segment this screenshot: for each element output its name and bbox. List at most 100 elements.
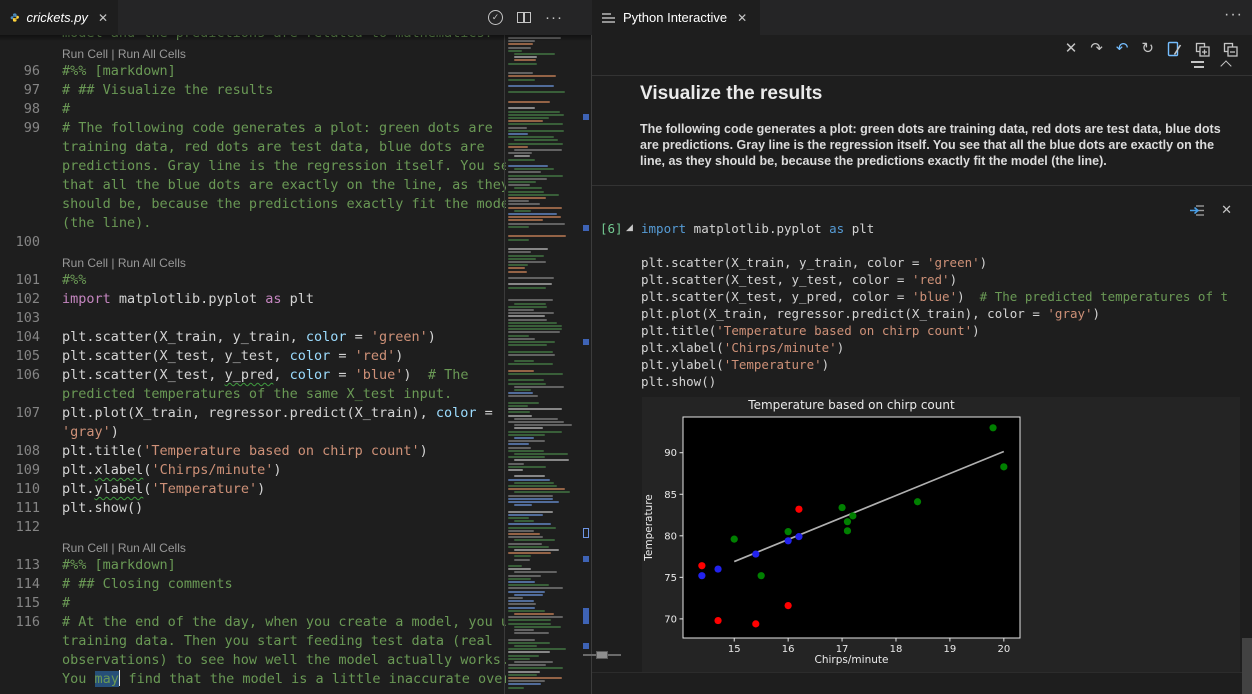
editor-title-actions: ✓ ··· bbox=[488, 0, 563, 35]
close-tab-icon[interactable]: ✕ bbox=[98, 11, 108, 25]
minimap-line bbox=[514, 555, 531, 557]
tab-crickets-py[interactable]: crickets.py ✕ bbox=[0, 0, 118, 35]
collapse-input-icon[interactable] bbox=[1191, 60, 1204, 69]
minimap-line bbox=[514, 520, 534, 522]
codelens-row: Run Cell | Run All Cells bbox=[0, 252, 505, 271]
minimap-line bbox=[508, 363, 553, 365]
code-row: that all the blue dots are exactly on th… bbox=[0, 176, 505, 195]
minimap-line bbox=[508, 184, 530, 186]
minimap-line bbox=[514, 453, 568, 455]
code-row: plt.show() bbox=[641, 373, 1252, 390]
undo-icon[interactable]: ↶ bbox=[1116, 39, 1129, 59]
minimap-line bbox=[508, 159, 535, 161]
minimap-line bbox=[514, 386, 564, 388]
minimap-line bbox=[508, 421, 564, 423]
run-cell-link[interactable]: Run Cell bbox=[62, 541, 108, 555]
code-token: plt. bbox=[62, 481, 95, 497]
tab-python-interactive[interactable]: Python Interactive ✕ bbox=[592, 0, 760, 35]
code-token: ) bbox=[395, 348, 403, 364]
minimap[interactable] bbox=[506, 35, 577, 694]
overview-marker bbox=[583, 528, 589, 538]
minimap-line bbox=[508, 216, 561, 218]
goto-code-icon[interactable] bbox=[1190, 204, 1205, 217]
minimap-line bbox=[508, 111, 560, 113]
close-cell-icon[interactable]: ✕ bbox=[1221, 200, 1232, 220]
minimap-line bbox=[514, 303, 546, 305]
collapse-all-icon[interactable] bbox=[1223, 42, 1238, 57]
svg-text:70: 70 bbox=[664, 614, 677, 625]
line-number: 97 bbox=[0, 81, 40, 100]
minimap-line bbox=[508, 411, 530, 413]
minimap-line bbox=[508, 287, 546, 289]
code-row: 108plt.title('Temperature based on chirp… bbox=[0, 442, 505, 461]
minimap-line bbox=[508, 344, 547, 346]
minimap-line bbox=[514, 360, 534, 362]
svg-text:Temperature based on chirp cou: Temperature based on chirp count bbox=[747, 398, 955, 412]
minimap-line bbox=[514, 549, 559, 551]
code-row: should be, because the predictions exact… bbox=[0, 195, 505, 214]
run-all-cells-link[interactable]: Run All Cells bbox=[118, 47, 186, 61]
more-actions-icon[interactable]: ··· bbox=[545, 9, 563, 26]
minimap-line bbox=[508, 533, 540, 535]
tab-title: Python Interactive bbox=[623, 10, 727, 25]
code-token: plt.show() bbox=[62, 500, 143, 516]
minimap-line bbox=[508, 408, 562, 410]
code-token: ) bbox=[837, 340, 845, 355]
minimap-line bbox=[514, 210, 531, 212]
run-cell-link[interactable]: Run Cell bbox=[62, 256, 108, 270]
cell-collapse-icon[interactable]: ◢ bbox=[626, 222, 633, 233]
run-all-cells-link[interactable]: Run All Cells bbox=[118, 256, 186, 270]
cell-separator bbox=[592, 75, 1252, 76]
minimap-line bbox=[508, 207, 562, 209]
code-token: 'red' bbox=[912, 272, 950, 287]
minimap-line bbox=[508, 85, 554, 87]
code-token: as bbox=[829, 221, 844, 236]
code-token: = bbox=[346, 329, 370, 345]
sash-grip[interactable] bbox=[583, 654, 621, 656]
panel-scrollbar-thumb[interactable] bbox=[1242, 638, 1252, 694]
cell-separator bbox=[592, 185, 1252, 186]
minimap-line bbox=[514, 437, 534, 439]
code-row: 99# The following code generates a plot:… bbox=[0, 119, 505, 138]
minimap-line bbox=[508, 402, 539, 404]
more-actions-icon[interactable]: ··· bbox=[1224, 6, 1243, 24]
export-notebook-icon[interactable] bbox=[1167, 41, 1182, 57]
interactive-toolbar-secondary bbox=[1191, 59, 1230, 70]
editor-group-divider[interactable] bbox=[591, 0, 592, 694]
line-number: 104 bbox=[0, 328, 40, 347]
chevron-up-icon[interactable] bbox=[1220, 60, 1231, 71]
close-tab-icon[interactable]: ✕ bbox=[737, 11, 747, 25]
code-row: plt.xlabel('Chirps/minute') bbox=[641, 339, 1252, 356]
code-token: should be, because the predictions exact… bbox=[62, 196, 517, 212]
interactive-code-cell[interactable]: import matplotlib.pyplot as pltplt.scatt… bbox=[641, 220, 1252, 390]
minimap-line bbox=[508, 485, 557, 487]
cancel-icon[interactable]: ✕ bbox=[1065, 39, 1078, 59]
minimap-line bbox=[508, 523, 551, 525]
line-number: 116 bbox=[0, 613, 40, 632]
run-cell-link[interactable]: Run Cell bbox=[62, 47, 108, 61]
minimap-line bbox=[514, 632, 549, 634]
scroll-shadow bbox=[0, 35, 591, 41]
minimap-line bbox=[508, 655, 539, 657]
split-editor-icon[interactable] bbox=[517, 12, 531, 23]
minimap-line bbox=[508, 127, 527, 129]
restart-kernel-icon[interactable]: ↻ bbox=[1141, 39, 1154, 59]
minimap-line bbox=[508, 235, 566, 237]
minimap-line bbox=[514, 626, 561, 628]
code-row: 98# bbox=[0, 100, 505, 119]
run-cells-icon[interactable]: ✓ bbox=[488, 10, 503, 25]
minimap-line bbox=[514, 475, 545, 477]
code-token: plt.scatter(X_test, y_test, bbox=[62, 348, 290, 364]
code-token: ) bbox=[403, 367, 427, 383]
code-token: 'Temperature' bbox=[724, 357, 822, 372]
code-row: plt.title('Temperature based on chirp co… bbox=[641, 322, 1252, 339]
code-row: 100 bbox=[0, 233, 505, 252]
expand-all-icon[interactable] bbox=[1195, 42, 1210, 57]
code-token: = bbox=[330, 367, 354, 383]
run-all-cells-link[interactable]: Run All Cells bbox=[118, 541, 186, 555]
svg-text:Temperature: Temperature bbox=[643, 494, 655, 562]
minimap-line bbox=[508, 578, 531, 580]
sash-knob[interactable] bbox=[596, 651, 608, 659]
code-area[interactable]: model and the predictions are related to… bbox=[0, 24, 505, 689]
redo-icon[interactable]: ↷ bbox=[1090, 39, 1103, 59]
